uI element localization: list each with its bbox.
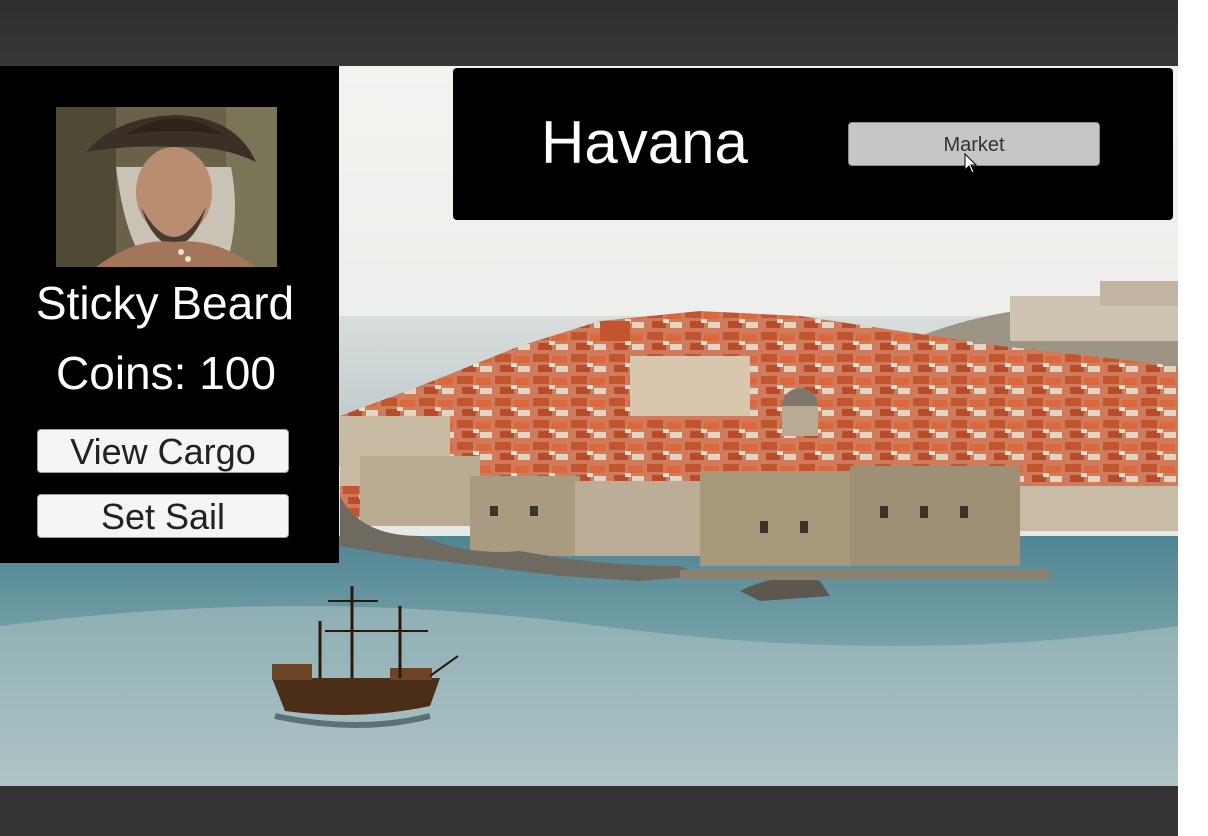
pirate-portrait-icon xyxy=(56,107,277,267)
view-cargo-button[interactable]: View Cargo xyxy=(37,429,289,473)
player-name: Sticky Beard xyxy=(35,277,295,329)
market-button[interactable]: Market xyxy=(848,122,1100,166)
coins-counter: Coins: 100 xyxy=(56,347,276,399)
bottom-letterbox-bar xyxy=(0,786,1178,836)
player-panel: Sticky Beard Coins: 100 View Cargo Set S… xyxy=(0,66,339,563)
location-name: Havana xyxy=(541,109,748,176)
game-viewport: Sticky Beard Coins: 100 View Cargo Set S… xyxy=(0,0,1178,836)
top-letterbox-bar xyxy=(0,0,1178,66)
location-panel: Havana Market xyxy=(453,68,1173,220)
set-sail-button[interactable]: Set Sail xyxy=(37,494,289,538)
